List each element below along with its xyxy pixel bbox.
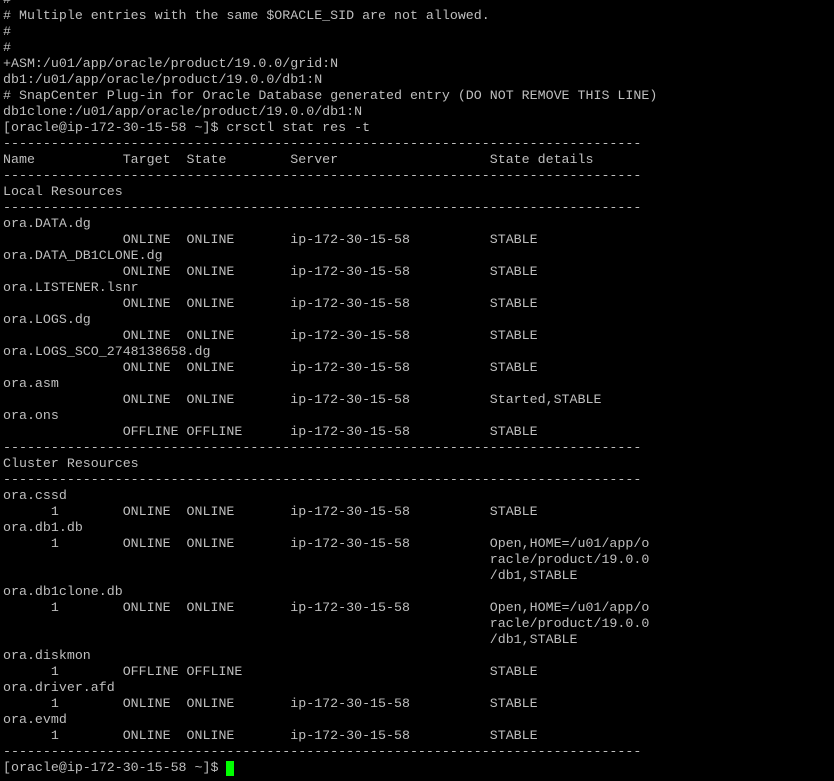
terminal-line: ora.LOGS_SCO_2748138658.dg <box>3 344 211 359</box>
terminal-line: ONLINE ONLINE ip-172-30-15-58 STABLE <box>3 328 538 343</box>
terminal-line: ONLINE ONLINE ip-172-30-15-58 STABLE <box>3 296 538 311</box>
terminal-line: ora.LOGS.dg <box>3 312 91 327</box>
terminal-window[interactable]: ## Multiple entries with the same $ORACL… <box>0 0 834 776</box>
terminal-line: ----------------------------------------… <box>3 440 642 455</box>
shell-prompt: [oracle@ip-172-30-15-58 ~]$ <box>3 760 227 775</box>
terminal-line: ora.cssd <box>3 488 67 503</box>
terminal-line: [oracle@ip-172-30-15-58 ~]$ crsctl stat … <box>3 120 371 135</box>
terminal-line: ONLINE ONLINE ip-172-30-15-58 STABLE <box>3 232 538 247</box>
terminal-line: 1 ONLINE ONLINE ip-172-30-15-58 STABLE <box>3 504 538 519</box>
terminal-line: /db1,STABLE <box>3 568 578 583</box>
terminal-line: ora.DATA.dg <box>3 216 91 231</box>
terminal-line: Name Target State Server State details <box>3 152 594 167</box>
terminal-line: ora.LISTENER.lsnr <box>3 280 139 295</box>
terminal-line: Local Resources <box>3 184 123 199</box>
terminal-line: ora.DATA_DB1CLONE.dg <box>3 248 163 263</box>
terminal-line: # <box>3 40 11 55</box>
terminal-line: +ASM:/u01/app/oracle/product/19.0.0/grid… <box>3 56 339 71</box>
terminal-line: ----------------------------------------… <box>3 744 642 759</box>
terminal-line: ora.db1.db <box>3 520 83 535</box>
terminal-line: 1 ONLINE ONLINE ip-172-30-15-58 Open,HOM… <box>3 600 650 615</box>
terminal-line: 1 OFFLINE OFFLINE STABLE <box>3 664 538 679</box>
terminal-line: db1:/u01/app/oracle/product/19.0.0/db1:N <box>3 72 323 87</box>
terminal-line: /db1,STABLE <box>3 632 578 647</box>
terminal-line: # Multiple entries with the same $ORACLE… <box>3 8 490 23</box>
terminal-line: Cluster Resources <box>3 456 139 471</box>
terminal-line: ora.evmd <box>3 712 67 727</box>
terminal-line: racle/product/19.0.0 <box>3 552 650 567</box>
terminal-prompt-line[interactable]: [oracle@ip-172-30-15-58 ~]$ <box>3 760 834 776</box>
terminal-line: 1 ONLINE ONLINE ip-172-30-15-58 STABLE <box>3 696 538 711</box>
terminal-line: ONLINE ONLINE ip-172-30-15-58 STABLE <box>3 360 538 375</box>
terminal-line: OFFLINE OFFLINE ip-172-30-15-58 STABLE <box>3 424 538 439</box>
terminal-output: ## Multiple entries with the same $ORACL… <box>3 0 834 760</box>
terminal-line: ONLINE ONLINE ip-172-30-15-58 Started,ST… <box>3 392 602 407</box>
terminal-line: ----------------------------------------… <box>3 200 642 215</box>
terminal-line: ora.db1clone.db <box>3 584 123 599</box>
terminal-line: # SnapCenter Plug-in for Oracle Database… <box>3 88 658 103</box>
terminal-line: ora.asm <box>3 376 59 391</box>
terminal-line: db1clone:/u01/app/oracle/product/19.0.0/… <box>3 104 363 119</box>
text-cursor[interactable] <box>226 761 235 776</box>
terminal-line: ----------------------------------------… <box>3 168 642 183</box>
terminal-line: 1 ONLINE ONLINE ip-172-30-15-58 Open,HOM… <box>3 536 650 551</box>
terminal-line: # <box>3 24 11 39</box>
terminal-line: ONLINE ONLINE ip-172-30-15-58 STABLE <box>3 264 538 279</box>
terminal-line: ora.diskmon <box>3 648 91 663</box>
terminal-line: racle/product/19.0.0 <box>3 616 650 631</box>
terminal-line: ora.driver.afd <box>3 680 115 695</box>
terminal-line: ----------------------------------------… <box>3 136 642 151</box>
terminal-line: 1 ONLINE ONLINE ip-172-30-15-58 STABLE <box>3 728 538 743</box>
terminal-line: ----------------------------------------… <box>3 472 642 487</box>
terminal-line: ora.ons <box>3 408 59 423</box>
terminal-line: # <box>3 0 834 8</box>
